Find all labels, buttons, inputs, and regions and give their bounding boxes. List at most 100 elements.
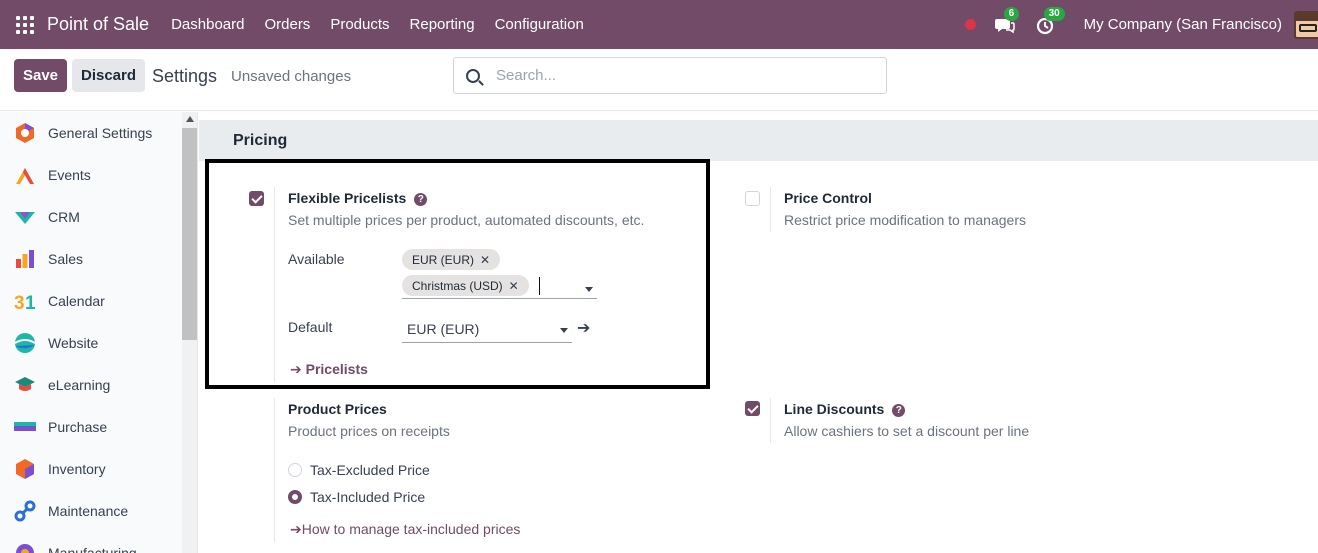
svg-text:3: 3: [14, 293, 25, 312]
svg-text:1: 1: [25, 293, 36, 312]
sidebar-item-general-settings[interactable]: General Settings: [0, 112, 182, 154]
pricelists-link-label: Pricelists: [305, 361, 368, 377]
user-avatar[interactable]: [1294, 10, 1318, 39]
messages-badge: 6: [1003, 6, 1020, 21]
product-prices-title: Product Prices: [288, 401, 387, 417]
sidebar-item-calendar[interactable]: 31 Calendar: [0, 280, 182, 322]
flexible-pricelists-title: Flexible Pricelists?: [288, 190, 428, 206]
main-menu: Dashboard Orders Products Reporting Conf…: [171, 16, 604, 33]
menu-configuration[interactable]: Configuration: [495, 16, 584, 33]
settings-content: Pricing Flexible Pricelists? Set multipl…: [199, 112, 1318, 553]
pricelists-link[interactable]: ➔ Pricelists: [290, 361, 368, 378]
control-panel: Save Discard Settings Unsaved changes: [0, 49, 1318, 111]
available-pricelists-input[interactable]: [539, 277, 540, 295]
search-icon: [466, 68, 480, 83]
setting-divider: [770, 187, 771, 232]
price-control-title: Price Control: [784, 190, 872, 206]
line-discounts-checkbox[interactable]: [745, 401, 760, 416]
flexible-pricelists-label: Flexible Pricelists: [288, 190, 407, 206]
apps-menu-icon[interactable]: [16, 15, 34, 34]
page-title: Settings: [152, 66, 218, 86]
line-discounts-title: Line Discounts?: [784, 401, 906, 417]
sidebar-item-label: Sales: [48, 251, 84, 267]
tax-excluded-label[interactable]: Tax-Excluded Price: [310, 462, 430, 478]
inventory-icon: [14, 458, 36, 480]
tag-label: EUR (EUR): [412, 252, 474, 267]
sidebar-item-label: eLearning: [48, 377, 111, 393]
sidebar-item-label: Maintenance: [48, 503, 129, 519]
sidebar-item-maintenance[interactable]: Maintenance: [0, 490, 182, 532]
save-button[interactable]: Save: [14, 59, 67, 92]
remove-tag-icon[interactable]: ✕: [509, 279, 519, 293]
help-icon[interactable]: ?: [414, 193, 428, 206]
manufacturing-icon: [14, 542, 36, 553]
sales-icon: [14, 248, 36, 270]
sidebar-item-crm[interactable]: CRM: [0, 196, 182, 238]
sidebar-item-events[interactable]: Events: [0, 154, 182, 196]
setting-divider: [770, 398, 771, 443]
help-icon[interactable]: ?: [892, 404, 906, 417]
menu-dashboard[interactable]: Dashboard: [171, 16, 244, 33]
price-control-checkbox[interactable]: [745, 191, 760, 206]
product-prices-description: Product prices on receipts: [288, 423, 450, 439]
activities-icon[interactable]: 30: [1034, 6, 1065, 36]
sidebar-item-inventory[interactable]: Inventory: [0, 448, 182, 490]
menu-products[interactable]: Products: [330, 16, 389, 33]
search-input[interactable]: [496, 67, 876, 84]
sidebar-item-label: Events: [48, 167, 91, 183]
app-brand[interactable]: Point of Sale: [47, 14, 149, 35]
sidebar-item-sales[interactable]: Sales: [0, 238, 182, 280]
activities-badge: 30: [1043, 6, 1065, 21]
unsaved-status: Unsaved changes: [231, 68, 352, 85]
arrow-right-icon: ➔: [290, 361, 306, 377]
tag-label: Christmas (USD): [412, 278, 503, 293]
sidebar-item-label: Calendar: [48, 293, 105, 309]
sidebar-item-label: Inventory: [48, 461, 106, 477]
flexible-pricelists-description: Set multiple prices per product, automat…: [288, 212, 645, 228]
top-navbar: Point of Sale Dashboard Orders Products …: [0, 0, 1318, 49]
sidebar-item-label: Manufacturing: [48, 545, 137, 553]
messages-icon[interactable]: 6: [994, 6, 1020, 36]
section-header-pricing: Pricing: [199, 120, 1318, 161]
sidebar-item-label: Purchase: [48, 419, 108, 435]
elearning-icon: [14, 374, 36, 396]
available-field-underline: [402, 298, 597, 299]
scroll-up-arrow-icon[interactable]: [186, 116, 194, 122]
setting-divider: [274, 187, 275, 382]
tax-excluded-radio[interactable]: [288, 463, 302, 477]
default-field-underline: [402, 342, 572, 343]
settings-sidebar: General Settings Events CRM Sales 31 Cal…: [0, 112, 198, 553]
menu-orders[interactable]: Orders: [264, 16, 310, 33]
line-discounts-label: Line Discounts: [784, 401, 885, 417]
chevron-down-icon[interactable]: [560, 328, 568, 333]
general-settings-icon: [14, 122, 36, 144]
remove-tag-icon[interactable]: ✕: [480, 253, 490, 267]
sidebar-item-elearning[interactable]: eLearning: [0, 364, 182, 406]
company-switcher[interactable]: My Company (San Francisco): [1084, 16, 1282, 33]
chevron-down-icon[interactable]: [585, 287, 593, 292]
sidebar-item-website[interactable]: Website: [0, 322, 182, 364]
section-title: Pricing: [233, 132, 288, 149]
events-icon: [14, 164, 36, 186]
sidebar-item-purchase[interactable]: Purchase: [0, 406, 182, 448]
flexible-pricelists-checkbox[interactable]: [249, 191, 264, 206]
systray: 6 30 My Company (San Francisco): [964, 0, 1318, 49]
search-box[interactable]: [453, 57, 887, 94]
discard-button[interactable]: Discard: [72, 59, 145, 92]
crm-icon: [14, 206, 36, 228]
tax-included-help-link[interactable]: ➔How to manage tax-included prices: [290, 521, 520, 538]
pricelist-tag-christmas: Christmas (USD) ✕: [402, 275, 529, 296]
sidebar-item-manufacturing[interactable]: Manufacturing: [0, 532, 182, 553]
menu-reporting[interactable]: Reporting: [410, 16, 475, 33]
line-discounts-description: Allow cashiers to set a discount per lin…: [784, 423, 1030, 439]
arrow-right-icon: ➔: [290, 521, 302, 537]
default-pricelist-select[interactable]: EUR (EUR): [407, 321, 479, 337]
tax-included-label[interactable]: Tax-Included Price: [310, 489, 425, 505]
default-label: Default: [288, 319, 333, 335]
sidebar-scrollbar-thumb[interactable]: [182, 128, 197, 340]
calendar-icon: 31: [14, 290, 36, 314]
recording-indicator-icon[interactable]: [964, 19, 976, 30]
open-pricelist-arrow-icon[interactable]: ➔: [577, 318, 590, 338]
sidebar-item-label: Website: [48, 335, 99, 351]
tax-included-radio[interactable]: [288, 490, 302, 504]
